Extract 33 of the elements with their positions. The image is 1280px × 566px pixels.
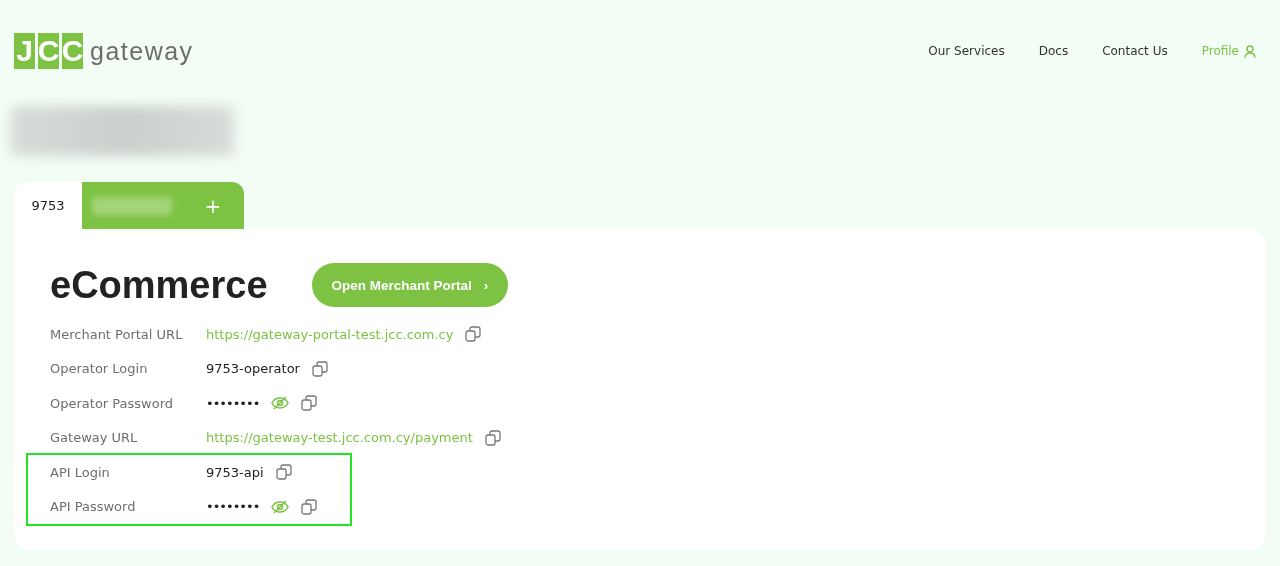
eye-off-icon[interactable] (271, 498, 290, 515)
copy-icon[interactable] (275, 464, 292, 481)
field-label: Gateway URL (50, 430, 139, 446)
copy-icon[interactable] (465, 326, 482, 343)
add-tab-button[interactable]: + (182, 182, 244, 229)
field-label: Merchant Portal URL (50, 326, 184, 342)
nav-link[interactable]: Profile (1201, 44, 1256, 58)
field-label: Operator Login (50, 361, 149, 377)
field-value: 9753-operator (206, 361, 300, 377)
field-label: Operator Password (50, 395, 175, 411)
copy-icon[interactable] (311, 360, 328, 377)
copy-icon[interactable] (301, 395, 318, 412)
url-link[interactable]: https://gateway-test.jcc.com.cy/payment (206, 430, 473, 446)
masked-password: •••••••• (206, 395, 260, 411)
logo-letter: J (14, 33, 35, 69)
copy-icon[interactable] (301, 498, 318, 515)
nav-link[interactable]: Our Services (928, 44, 1005, 58)
logo-letter: C (38, 33, 59, 69)
nav-link[interactable]: Contact Us (1102, 44, 1168, 58)
open-portal-button[interactable]: Open Merchant Portal › (311, 263, 509, 307)
masked-password: •••••••• (206, 499, 260, 515)
logo-letter: C (62, 33, 83, 69)
field-value: 9753-api (206, 464, 264, 480)
copy-icon[interactable] (484, 429, 501, 446)
card-title: eCommerce (50, 263, 268, 307)
nav-link[interactable]: Docs (1038, 44, 1069, 58)
field-label: API Password (50, 499, 137, 515)
url-link[interactable]: https://gateway-portal-test.jcc.com.cy (206, 326, 454, 342)
user-icon (1244, 44, 1256, 58)
logo-wordmark: gateway (90, 36, 194, 66)
eye-off-icon[interactable] (271, 395, 290, 412)
tab[interactable]: 9753 (14, 182, 82, 229)
field-label: API Login (50, 464, 111, 480)
